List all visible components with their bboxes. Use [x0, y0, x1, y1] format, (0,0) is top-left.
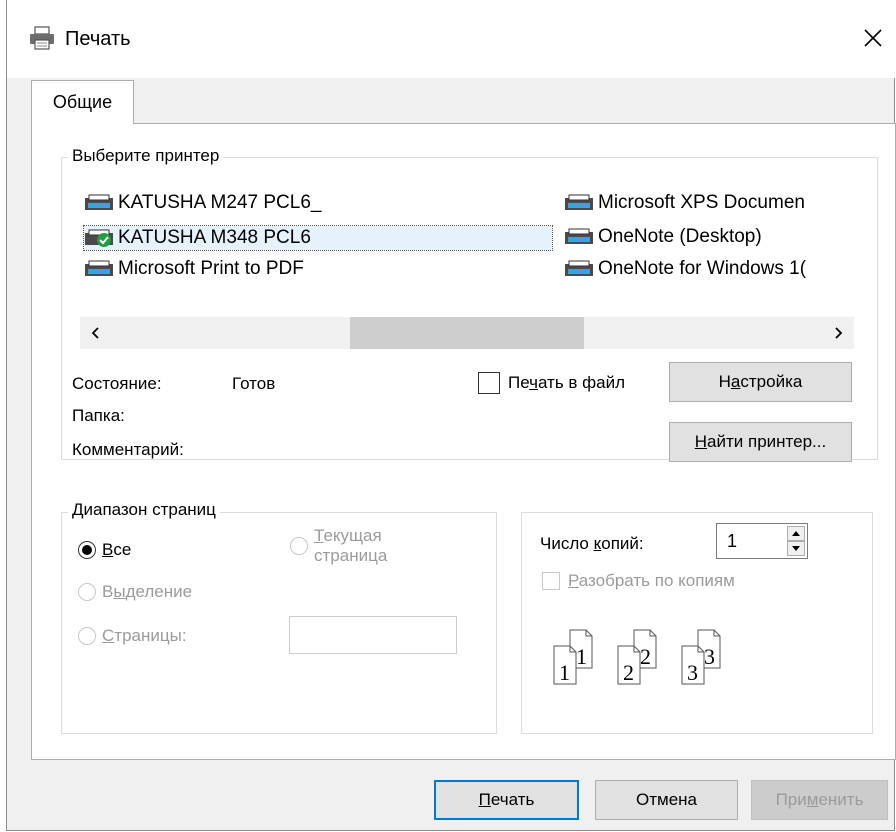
chevron-right-icon [835, 327, 843, 339]
status-label: Состояние: [72, 374, 162, 393]
printer-setup-button[interactable]: Настройка [669, 362, 852, 402]
range-all-radio-circle[interactable] [78, 541, 96, 559]
printer-item[interactable]: OneNote (Desktop) [564, 226, 762, 248]
arrow-up-icon [792, 531, 800, 536]
cancel-button-label: Отмена [636, 790, 697, 809]
range-current-label: Текущая страница [314, 526, 388, 565]
printer-item[interactable]: Microsoft XPS Documen [564, 192, 805, 214]
printer-icon [85, 194, 113, 210]
collate-page-number: 2 [623, 660, 634, 685]
printer-item[interactable]: OneNote for Windows 1( [564, 258, 806, 280]
default-printer-check-icon [85, 229, 113, 247]
range-current-radio-circle[interactable] [290, 537, 308, 555]
copies-down-button[interactable] [787, 541, 805, 556]
printer-icon [565, 228, 593, 244]
printer-icon [565, 260, 593, 276]
scroll-left-button[interactable] [80, 317, 110, 349]
range-selection-label: Выделение [102, 582, 193, 601]
printer-icon [85, 260, 113, 276]
print-to-file-box[interactable] [478, 372, 500, 394]
tab-general-label: Общие [52, 92, 113, 112]
arrow-down-icon [792, 546, 800, 551]
collate-page-number: 3 [704, 644, 715, 669]
printer-name: KATUSHA M247 PCL6_ [118, 192, 322, 213]
collate-page-number: 2 [640, 644, 651, 669]
printer-name: OneNote for Windows 1( [598, 258, 807, 279]
range-selection-radio-circle[interactable] [78, 583, 96, 601]
range-pages-radio-circle[interactable] [78, 627, 96, 645]
printer-name: Microsoft XPS Documen [598, 192, 805, 213]
collate-page-pair: 2 2 [617, 629, 657, 685]
range-pages-radio[interactable]: Страницы: [78, 626, 187, 646]
apply-button-label: Применить [775, 790, 864, 809]
print-to-file-label: Печать в файл [508, 373, 626, 392]
printer-item[interactable]: KATUSHA M247 PCL6_ [84, 192, 321, 214]
range-pages-label: Страницы: [102, 626, 187, 645]
printer-icon [565, 194, 593, 210]
comment-label: Комментарий: [72, 440, 184, 459]
printer-name: OneNote (Desktop) [598, 226, 762, 247]
printer-name: Microsoft Print to PDF [118, 258, 304, 279]
find-printer-label: Найти принтер... [694, 432, 827, 451]
print-dialog: Печать Общие Выберите принтер KATUSHA M2… [6, 0, 896, 831]
collate-checkbox[interactable]: Разобрать по копиям [542, 571, 735, 591]
print-to-file-checkbox[interactable]: Печать в файл [478, 372, 625, 394]
pages-input[interactable] [289, 616, 457, 654]
window-title: Печать [65, 28, 131, 50]
collate-page-pair: 1 1 [553, 629, 593, 685]
printer-setup-label: Настройка [718, 372, 803, 391]
chevron-left-icon [91, 327, 99, 339]
printer-item-selected[interactable]: KATUSHA M348 PCL6 [83, 225, 553, 251]
printer-name: KATUSHA M348 PCL6 [118, 227, 311, 248]
printer-list-scrollbar[interactable] [80, 317, 854, 349]
collate-page-number: 1 [576, 644, 587, 669]
collate-page-number: 3 [687, 660, 698, 685]
close-icon [864, 29, 882, 47]
tab-general[interactable]: Общие [31, 80, 134, 124]
scroll-right-button[interactable] [824, 317, 854, 349]
range-all-label: Все [102, 540, 132, 559]
copies-label: Число копий: [540, 534, 644, 553]
collate-label: Разобрать по копиям [568, 571, 735, 590]
collate-box[interactable] [542, 572, 560, 590]
range-current-radio[interactable]: Текущая страница [290, 526, 387, 566]
copies-up-button[interactable] [787, 526, 805, 541]
printer-item[interactable]: Microsoft Print to PDF [84, 258, 304, 280]
printer-group-label: Выберите принтер [68, 146, 224, 166]
status-value: Готов [232, 374, 276, 393]
scroll-thumb[interactable] [350, 317, 584, 349]
collate-page-number: 1 [559, 660, 570, 685]
collate-page-pair: 3 3 [681, 629, 721, 685]
range-selection-radio[interactable]: Выделение [78, 582, 192, 602]
printer-icon [30, 26, 54, 50]
close-button[interactable] [853, 18, 893, 58]
copies-spinner[interactable]: 1 [716, 523, 808, 559]
printer-list[interactable]: KATUSHA M247 PCL6_ KATUSHA M348 PCL6 Mic… [80, 188, 854, 296]
range-all-radio[interactable]: Все [78, 540, 131, 560]
apply-button[interactable]: Применить [751, 780, 888, 820]
title-bar: Печать [7, 0, 896, 78]
collate-illustration: 1 1 2 2 3 3 [553, 629, 721, 685]
copies-value[interactable]: 1 [727, 531, 737, 552]
find-printer-button[interactable]: Найти принтер... [669, 422, 852, 462]
print-button[interactable]: Печать [434, 780, 579, 820]
page-range-label: Диапазон страниц [68, 500, 220, 520]
folder-label: Папка: [72, 406, 125, 425]
tab-panel-general: Выберите принтер KATUSHA M247 PCL6_ KATU… [31, 123, 896, 760]
print-button-label: Печать [478, 790, 535, 809]
cancel-button[interactable]: Отмена [595, 780, 738, 820]
